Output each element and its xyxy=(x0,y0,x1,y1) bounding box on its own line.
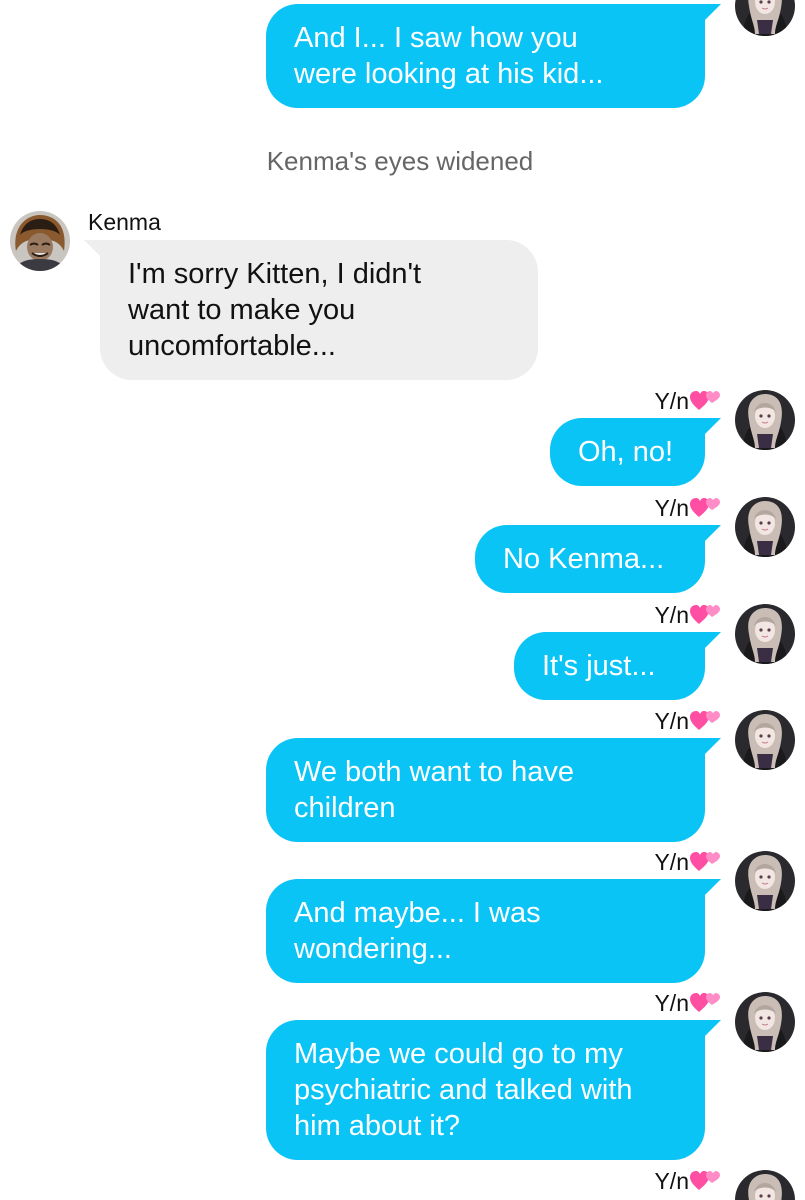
sender-name-text: Y/n xyxy=(654,849,689,875)
sender-name-text: Y/n xyxy=(654,990,689,1016)
message-bubble-outgoing[interactable]: No Kenma... xyxy=(475,525,721,593)
sender-name-text: Y/n xyxy=(654,602,689,628)
message-bubble-outgoing[interactable]: It's just... xyxy=(514,632,721,700)
avatar-yn-icon xyxy=(735,604,795,664)
chat-thread: And I... I saw how you were looking at h… xyxy=(0,0,805,1200)
message-bubble-outgoing[interactable]: We both want to have children xyxy=(266,738,721,842)
avatar-yn[interactable] xyxy=(735,710,795,770)
avatar-yn-icon xyxy=(735,1170,795,1200)
sender-name-yn: Y/n xyxy=(560,990,720,1017)
avatar-yn[interactable] xyxy=(735,497,795,557)
two-hearts-icon xyxy=(690,1170,720,1192)
avatar-kenma[interactable] xyxy=(10,211,70,271)
avatar-yn[interactable] xyxy=(735,992,795,1052)
avatar-yn[interactable] xyxy=(735,390,795,450)
sender-name-yn: Y/n xyxy=(560,849,720,876)
avatar-yn-icon xyxy=(735,497,795,557)
two-hearts-icon xyxy=(690,992,720,1014)
two-hearts-icon xyxy=(690,390,720,412)
sender-name-text: Y/n xyxy=(654,1168,689,1194)
avatar-yn-icon xyxy=(735,710,795,770)
avatar-yn-icon xyxy=(735,992,795,1052)
message-bubble-outgoing[interactable]: And maybe... I was wondering... xyxy=(266,879,721,983)
message-bubble-incoming[interactable]: I'm sorry Kitten, I didn't want to make … xyxy=(84,240,538,380)
avatar-kenma-icon xyxy=(10,211,70,271)
avatar-yn[interactable] xyxy=(735,0,795,36)
two-hearts-icon xyxy=(690,497,720,519)
avatar-yn-icon xyxy=(735,0,795,36)
sender-name-yn: Y/n xyxy=(560,1168,720,1195)
message-bubble-outgoing[interactable]: Maybe we could go to my psychiatric and … xyxy=(266,1020,721,1160)
message-bubble-outgoing[interactable]: And I... I saw how you were looking at h… xyxy=(266,4,721,108)
sender-name-yn: Y/n xyxy=(560,388,720,415)
avatar-yn-icon xyxy=(735,390,795,450)
sender-name-yn: Y/n xyxy=(560,495,720,522)
sender-name-text: Y/n xyxy=(654,495,689,521)
avatar-yn[interactable] xyxy=(735,851,795,911)
two-hearts-icon xyxy=(690,710,720,732)
sender-name-yn: Y/n xyxy=(560,708,720,735)
sender-name-yn: Y/n xyxy=(560,602,720,629)
sender-name-text: Y/n xyxy=(654,708,689,734)
two-hearts-icon xyxy=(690,851,720,873)
two-hearts-icon xyxy=(690,604,720,626)
avatar-yn[interactable] xyxy=(735,604,795,664)
message-bubble-outgoing[interactable]: Oh, no! xyxy=(550,418,721,486)
avatar-yn-icon xyxy=(735,851,795,911)
sender-name-text: Y/n xyxy=(654,388,689,414)
avatar-yn[interactable] xyxy=(735,1170,795,1200)
narration-text: Kenma's eyes widened xyxy=(266,146,534,176)
sender-name-kenma: Kenma xyxy=(88,209,161,235)
